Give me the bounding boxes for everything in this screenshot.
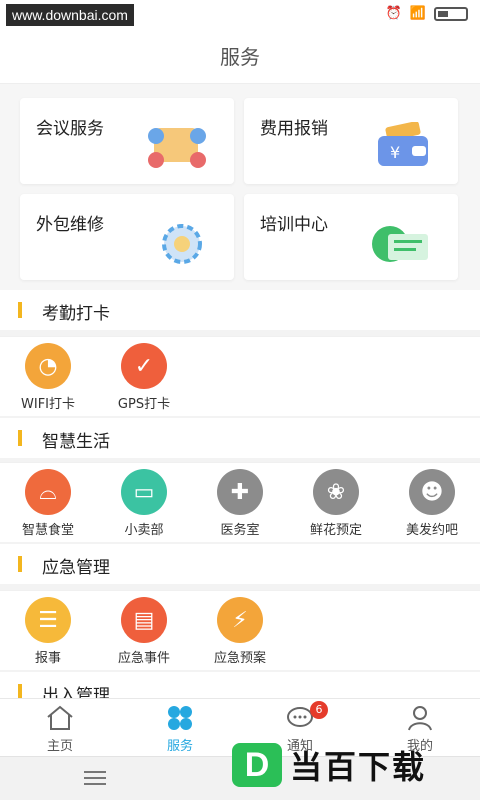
attendance-row: ◔ WIFI打卡 ✓ GPS打卡 (0, 336, 480, 416)
section-emergency: 应急管理 (0, 544, 480, 584)
hair-salon-item[interactable]: ☻ 美发约吧 (384, 469, 480, 539)
card-training-center[interactable]: 培训中心 (244, 194, 458, 280)
card-outsourced-repair[interactable]: 外包维修 (20, 194, 234, 280)
item-label: 智慧食堂 (21, 523, 74, 538)
section-marker (18, 556, 22, 572)
site-watermark-logo: D 当百下载 (232, 740, 426, 790)
event-icon: ▤ (121, 597, 167, 643)
section-marker (18, 430, 22, 446)
battery-icon (434, 6, 468, 21)
gps-check-icon: ✓ (121, 343, 167, 389)
wifi-checkin-item[interactable]: ◔ WIFI打卡 (0, 343, 96, 413)
training-icon (372, 226, 428, 262)
report-icon: ☰ (25, 597, 71, 643)
section-title: 考勤打卡 (42, 304, 110, 324)
shop-icon: ▭ (121, 469, 167, 515)
wifi-icon: 📶 (409, 6, 426, 21)
plan-icon: ⚡ (217, 597, 263, 643)
item-label: 报事 (34, 651, 61, 666)
emergency-row: ☰ 报事 ▤ 应急事件 ⚡ 应急预案 (0, 590, 480, 670)
gear-icon (162, 224, 202, 264)
chat-icon (260, 705, 340, 731)
item-label: 应急预案 (213, 651, 266, 666)
tab-service[interactable]: 服务 (140, 705, 220, 754)
canteen-item[interactable]: ⌓ 智慧食堂 (0, 469, 96, 539)
notification-badge: 6 (310, 701, 328, 719)
status-bar: www.downbai.com ⏰ 📶 (0, 0, 480, 30)
gps-checkin-item[interactable]: ✓ GPS打卡 (96, 343, 192, 413)
section-title: 智慧生活 (42, 432, 110, 452)
card-label: 培训中心 (260, 215, 328, 235)
clinic-item[interactable]: ✚ 医务室 (192, 469, 288, 539)
emergency-plan-item[interactable]: ⚡ 应急预案 (192, 597, 288, 667)
shop-item[interactable]: ▭ 小卖部 (96, 469, 192, 539)
emergency-event-item[interactable]: ▤ 应急事件 (96, 597, 192, 667)
section-smart-life: 智慧生活 (0, 418, 480, 458)
section-attendance: 考勤打卡 (0, 290, 480, 330)
svg-text:¥: ¥ (390, 143, 400, 162)
item-label: 鲜花预定 (309, 523, 362, 538)
hair-icon: ☻ (409, 469, 455, 515)
card-label: 外包维修 (36, 215, 104, 235)
item-label: 小卖部 (124, 523, 164, 538)
card-label: 费用报销 (260, 119, 328, 139)
card-expense-reimbursement[interactable]: 费用报销 ¥ (244, 98, 458, 184)
home-icon (20, 705, 100, 731)
page-title: 服务 (0, 30, 480, 84)
grid-icon (140, 705, 220, 731)
flower-booking-item[interactable]: ❀ 鲜花预定 (288, 469, 384, 539)
service-cards: 会议服务 费用报销 ¥ 外包维修 培训中心 (0, 84, 480, 294)
url-watermark: www.downbai.com (6, 4, 134, 26)
medical-icon: ✚ (217, 469, 263, 515)
section-marker (18, 302, 22, 318)
card-meeting-service[interactable]: 会议服务 (20, 98, 234, 184)
item-label: 美发约吧 (405, 523, 458, 538)
item-label: 应急事件 (117, 651, 170, 666)
logo-letter: D (232, 743, 282, 787)
tab-label: 主页 (46, 739, 73, 754)
tab-label: 服务 (166, 739, 193, 754)
card-label: 会议服务 (36, 119, 104, 139)
handshake-icon (148, 128, 206, 168)
tab-home[interactable]: 主页 (20, 705, 100, 754)
section-title: 应急管理 (42, 558, 110, 578)
smart-life-row: ⌓ 智慧食堂 ▭ 小卖部 ✚ 医务室 ❀ 鲜花预定 ☻ 美发约吧 (0, 462, 480, 542)
status-icons: ⏰ 📶 (386, 6, 468, 21)
alarm-icon: ⏰ (385, 6, 402, 21)
flower-icon: ❀ (313, 469, 359, 515)
wallet-icon: ¥ (378, 122, 428, 166)
item-label: 医务室 (220, 523, 260, 538)
menu-icon[interactable] (84, 771, 106, 785)
report-item[interactable]: ☰ 报事 (0, 597, 96, 667)
item-label: WIFI打卡 (21, 397, 75, 412)
person-icon (380, 705, 460, 731)
item-label: GPS打卡 (117, 397, 171, 412)
wifi-clock-icon: ◔ (25, 343, 71, 389)
logo-text: 当百下载 (290, 748, 427, 786)
canteen-icon: ⌓ (25, 469, 71, 515)
